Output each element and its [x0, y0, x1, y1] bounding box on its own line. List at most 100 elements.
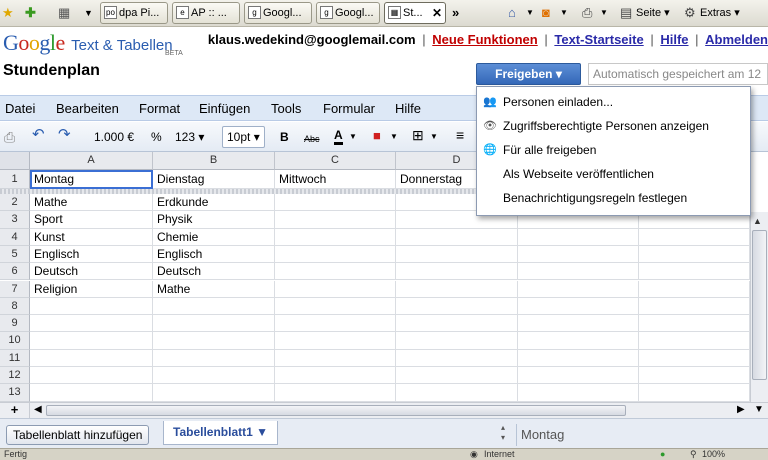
cell[interactable]	[275, 228, 396, 246]
row-header[interactable]: 13	[0, 384, 30, 402]
cell[interactable]	[30, 384, 153, 402]
align-icon[interactable]: ≡	[456, 127, 464, 143]
tab-list-dropdown-icon[interactable]: ▼	[84, 4, 93, 22]
cell[interactable]	[30, 332, 153, 350]
cell[interactable]	[518, 297, 639, 316]
cell-a1[interactable]: Montag	[30, 170, 153, 189]
cell[interactable]	[396, 332, 518, 350]
cell[interactable]	[275, 315, 396, 333]
cell[interactable]	[396, 263, 518, 281]
cell[interactable]	[153, 332, 275, 350]
row-header[interactable]: 8	[0, 297, 30, 316]
feeds-icon[interactable]: ◙	[542, 4, 550, 22]
cell[interactable]: Englisch	[153, 245, 275, 264]
cell[interactable]	[396, 349, 518, 367]
column-header-a[interactable]: A	[30, 152, 153, 170]
cell[interactable]	[275, 263, 396, 281]
tab-list-icon[interactable]: ▦	[58, 4, 70, 22]
browser-tab[interactable]: e AP :: ...	[172, 2, 240, 24]
cell[interactable]	[153, 384, 275, 402]
scroll-down-icon[interactable]: ▼	[754, 404, 764, 415]
cell[interactable]: Chemie	[153, 228, 275, 246]
tab-overflow-button[interactable]: »	[452, 4, 459, 22]
redo-icon[interactable]: ↷	[58, 127, 71, 143]
row-header[interactable]: 10	[0, 332, 30, 350]
feeds-dropdown-icon[interactable]: ▼	[560, 4, 568, 22]
percent-format-button[interactable]: %	[151, 129, 162, 145]
cell[interactable]	[639, 245, 750, 264]
app-logo[interactable]: Google Text & Tabellen BETA	[3, 30, 183, 57]
share-menu-item-share-all[interactable]: 🌐 Für alle freigeben	[477, 139, 750, 163]
scroll-right-icon[interactable]: ▶	[737, 404, 745, 415]
cell[interactable]	[30, 349, 153, 367]
scroll-left-icon[interactable]: ◀	[34, 404, 42, 415]
sheet-tab-active[interactable]: Tabellenblatt1 ▼	[163, 421, 279, 445]
cell[interactable]: Kunst	[30, 228, 153, 246]
cell[interactable]	[518, 228, 639, 246]
scroll-up-icon[interactable]: ▲	[753, 216, 762, 226]
home-icon[interactable]: ⌂	[508, 4, 516, 22]
cell[interactable]: Deutsch	[30, 263, 153, 281]
cell[interactable]	[396, 245, 518, 264]
cell[interactable]	[275, 297, 396, 316]
text-color-button[interactable]: A	[334, 129, 343, 145]
link-help[interactable]: Hilfe	[660, 32, 688, 47]
cell[interactable]	[153, 315, 275, 333]
share-menu-item-publish[interactable]: Als Webseite veröffentlichen	[477, 163, 750, 187]
cell-c1[interactable]: Mittwoch	[275, 170, 396, 189]
row-header[interactable]: 5	[0, 245, 30, 264]
cell[interactable]	[639, 349, 750, 367]
cell[interactable]	[275, 367, 396, 385]
cell[interactable]	[30, 315, 153, 333]
number-format-dropdown[interactable]: 123 ▾	[175, 129, 204, 145]
font-size-dropdown[interactable]: 10pt ▾	[222, 126, 265, 148]
cell[interactable]	[275, 245, 396, 264]
cell[interactable]	[639, 367, 750, 385]
cell[interactable]	[153, 367, 275, 385]
row-header[interactable]: 12	[0, 367, 30, 385]
browser-tab[interactable]: g Googl...	[244, 2, 312, 24]
cell[interactable]	[396, 384, 518, 402]
link-new-features[interactable]: Neue Funktionen	[432, 32, 537, 47]
row-header[interactable]: 11	[0, 349, 30, 367]
row-header[interactable]: 2	[0, 194, 30, 212]
row-header[interactable]: 9	[0, 315, 30, 333]
cell[interactable]	[396, 280, 518, 298]
row-header[interactable]: 6	[0, 263, 30, 281]
cell[interactable]	[518, 280, 639, 298]
cell[interactable]: Englisch	[30, 245, 153, 264]
cell[interactable]: Physik	[153, 211, 275, 229]
cell[interactable]: Mathe	[30, 194, 153, 212]
resize-handle-icon[interactable]: ▴ ▾	[501, 423, 505, 443]
cell[interactable]	[639, 315, 750, 333]
cell[interactable]: Sport	[30, 211, 153, 229]
menu-insert[interactable]: Einfügen	[199, 101, 250, 116]
add-favorite-icon[interactable]: ✚	[25, 4, 36, 22]
background-color-icon[interactable]: ■	[373, 128, 381, 144]
currency-format-button[interactable]: 1.000 €	[94, 129, 134, 145]
cell[interactable]	[30, 297, 153, 316]
row-header[interactable]: 3	[0, 211, 30, 229]
menu-file[interactable]: Datei	[5, 101, 35, 116]
close-tab-icon[interactable]: ✕	[432, 3, 442, 23]
browser-tab-active[interactable]: ▦ St... ✕	[384, 2, 446, 24]
cell[interactable]	[639, 228, 750, 246]
cell[interactable]	[639, 297, 750, 316]
print-icon[interactable]: ⎙	[4, 129, 15, 145]
cell[interactable]	[396, 367, 518, 385]
link-sign-out[interactable]: Abmelden	[705, 32, 768, 47]
cell[interactable]: Deutsch	[153, 263, 275, 281]
cell[interactable]: Mathe	[153, 280, 275, 298]
print-icon[interactable]: ⎙	[582, 4, 592, 22]
cell[interactable]	[275, 194, 396, 212]
strikethrough-button[interactable]: Abc	[304, 131, 320, 147]
cell[interactable]	[639, 384, 750, 402]
browser-tab[interactable]: po dpa Pi...	[100, 2, 168, 24]
cell[interactable]	[396, 315, 518, 333]
share-menu-item-notifications[interactable]: Benachrichtigungsregeln festlegen	[477, 187, 750, 211]
row-header[interactable]: 4	[0, 228, 30, 246]
cell[interactable]	[153, 297, 275, 316]
select-all-corner[interactable]	[0, 152, 30, 170]
text-color-dropdown-icon[interactable]: ▼	[349, 129, 357, 145]
share-menu-item-invite[interactable]: 👥 Personen einladen...	[477, 91, 750, 115]
